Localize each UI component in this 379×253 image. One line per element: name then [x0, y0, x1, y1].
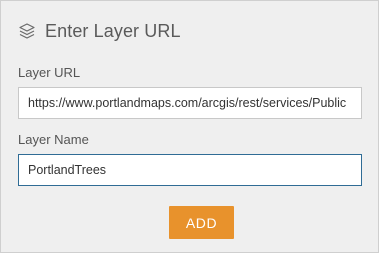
- layer-name-label: Layer Name: [18, 132, 89, 147]
- layer-name-input[interactable]: [18, 154, 362, 186]
- panel-title: Enter Layer URL: [45, 20, 181, 41]
- panel-header: Enter Layer URL: [18, 18, 181, 44]
- layer-url-label: Layer URL: [18, 65, 81, 80]
- layer-url-input[interactable]: [18, 87, 362, 119]
- add-button[interactable]: ADD: [169, 206, 234, 239]
- layers-icon: [18, 22, 36, 40]
- add-layer-panel: Enter Layer URL Layer URL Layer Name ADD: [0, 0, 379, 253]
